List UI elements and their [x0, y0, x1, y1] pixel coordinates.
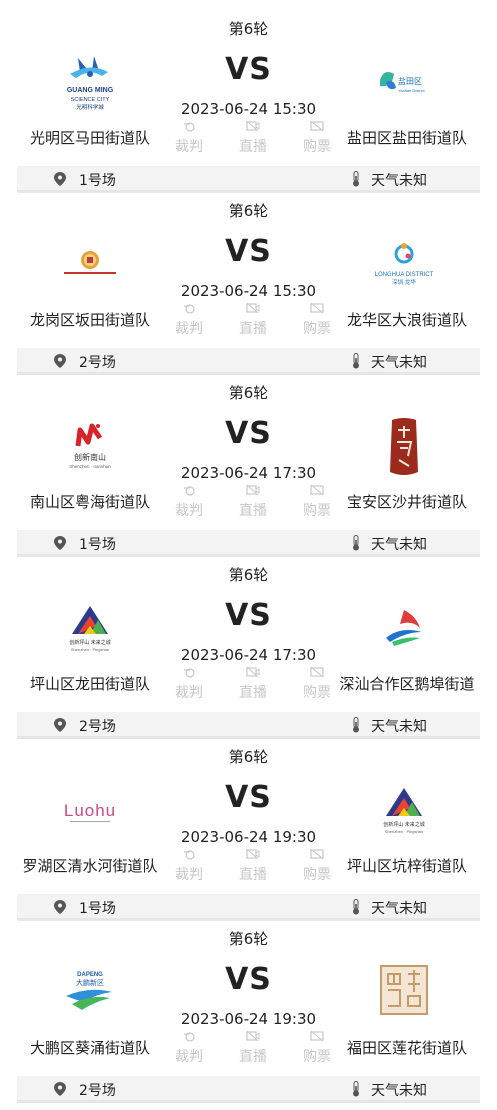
home-team-name: 大鹏区葵涌街道队 [29, 1039, 150, 1057]
whistle-icon [163, 848, 215, 862]
whistle-icon [163, 120, 215, 134]
referee-button[interactable]: 裁判 [163, 848, 215, 884]
live-button[interactable]: 直播 [227, 302, 279, 338]
match-actions: 裁判 直播 购票 [163, 120, 343, 156]
video-icon [227, 120, 279, 134]
match-card[interactable]: 第6轮 GUANG MING SCIENCE CITY 光明科学城 VS 盐田区… [0, 0, 497, 193]
video-icon [227, 1030, 279, 1044]
match-actions: 裁判 直播 购票 [163, 1030, 343, 1066]
away-team-name: 龙华区大浪街道队 [346, 311, 467, 329]
match-actions: 裁判 直播 购票 [163, 666, 343, 702]
video-icon [227, 484, 279, 498]
home-logo-text: GUANG MING [67, 87, 114, 94]
away-team-name: 深汕合作区鹅埠街道 [339, 675, 475, 693]
round-label: 第6轮 [228, 566, 269, 584]
match-card[interactable]: 第6轮 VS LONGHUA DISTRICT 深圳·龙华 2023-06-24… [0, 182, 497, 375]
venue-label: 2号场 [79, 1083, 116, 1099]
match-card[interactable]: 第6轮 DAPENG 大鹏新区 VS 2023-06-24 19:30 大鹏区葵… [0, 910, 497, 1103]
match-card[interactable]: 第6轮 创新南山 Shenzhen · nanshan VS 2023-06-2… [0, 364, 497, 557]
match-actions: 裁判 直播 购票 [163, 848, 343, 884]
referee-button[interactable]: 裁判 [163, 302, 215, 338]
live-button[interactable]: 直播 [227, 848, 279, 884]
match-info-bar: 2号场 天气未知 [17, 1076, 480, 1103]
away-team-name: 福田区莲花街道队 [346, 1039, 467, 1057]
match-card[interactable]: 第6轮 Luohu VS 创新坪山 未来之城 Shenzhen · Pingsh… [0, 728, 497, 921]
match-time: 2023-06-24 17:30 [180, 464, 317, 482]
live-button[interactable]: 直播 [227, 484, 279, 520]
match-actions: 裁判 直播 购票 [163, 484, 343, 520]
match-time: 2023-06-24 15:30 [180, 282, 317, 300]
video-icon [227, 848, 279, 862]
match-card[interactable]: 第6轮 创新坪山 未来之城 Shenzhen · Pingshan VS 202… [0, 546, 497, 739]
referee-button[interactable]: 裁判 [163, 1030, 215, 1066]
away-logo-sub: Yantian District [398, 88, 425, 93]
round-label: 第6轮 [228, 20, 269, 38]
home-team-name: 罗湖区清水河街道队 [22, 857, 158, 875]
home-team-name: 龙岗区坂田街道队 [29, 311, 150, 329]
match-time: 2023-06-24 19:30 [180, 1010, 317, 1028]
match-time: 2023-06-24 15:30 [180, 100, 317, 118]
round-label: 第6轮 [228, 384, 269, 402]
away-logo-text: 盐田区 [398, 76, 422, 86]
referee-button[interactable]: 裁判 [163, 484, 215, 520]
video-icon [227, 666, 279, 680]
home-logo-text: 创新坪山 未来之城 [69, 639, 111, 646]
thermometer-icon [353, 1081, 359, 1097]
away-logo-text: LONGHUA DISTRICT [375, 272, 434, 278]
match-time: 2023-06-24 17:30 [180, 646, 317, 664]
home-team-name: 南山区粤海街道队 [29, 493, 150, 511]
weather-label: 天气未知 [371, 1083, 427, 1099]
whistle-icon [163, 666, 215, 680]
whistle-icon [163, 1030, 215, 1044]
whistle-icon [163, 484, 215, 498]
whistle-icon [163, 302, 215, 316]
away-team-name: 宝安区沙井街道队 [346, 493, 467, 511]
away-team-name: 盐田区盐田街道队 [346, 129, 467, 147]
home-logo-text: 创新南山 [74, 452, 106, 462]
away-logo-text: 创新坪山 未来之城 [383, 821, 425, 828]
round-label: 第6轮 [228, 930, 269, 948]
live-button[interactable]: 直播 [227, 1030, 279, 1066]
away-team-name: 坪山区坑梓街道队 [346, 857, 467, 875]
referee-button[interactable]: 裁判 [163, 120, 215, 156]
round-label: 第6轮 [228, 748, 269, 766]
live-button[interactable]: 直播 [227, 120, 279, 156]
home-team-name: 坪山区龙田街道队 [29, 675, 150, 693]
video-icon [227, 302, 279, 316]
match-actions: 裁判 直播 购票 [163, 302, 343, 338]
location-icon [54, 1082, 66, 1096]
match-time: 2023-06-24 19:30 [180, 828, 317, 846]
round-label: 第6轮 [228, 202, 269, 220]
home-team-name: 光明区马田街道队 [29, 129, 150, 147]
referee-button[interactable]: 裁判 [163, 666, 215, 702]
live-button[interactable]: 直播 [227, 666, 279, 702]
match-list: 第6轮 GUANG MING SCIENCE CITY 光明科学城 VS 盐田区… [0, 0, 497, 1103]
